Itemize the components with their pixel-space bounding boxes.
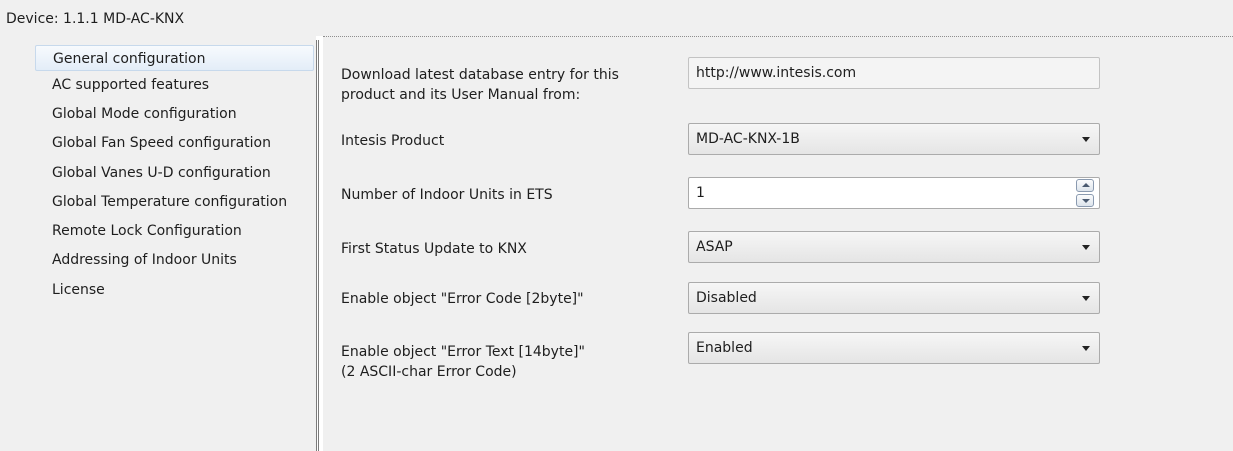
error-code-dropdown[interactable]: Disabled — [688, 282, 1100, 314]
intesis-product-value: MD-AC-KNX-1B — [696, 131, 800, 147]
arrow-up-icon[interactable] — [1076, 179, 1094, 192]
sidebar-item-general-configuration[interactable]: General configuration — [35, 45, 314, 71]
download-label: Download latest database entry for this … — [341, 65, 619, 105]
intesis-product-label: Intesis Product — [341, 133, 445, 149]
chevron-down-icon — [1082, 245, 1090, 250]
intesis-product-dropdown[interactable]: MD-AC-KNX-1B — [688, 123, 1100, 155]
pane-splitter[interactable] — [316, 40, 321, 451]
device-title-bar: Device: 1.1.1 MD-AC-KNX — [0, 0, 1233, 36]
download-label-line2: product and its User Manual from: — [341, 87, 581, 103]
error-text-value: Enabled — [696, 340, 753, 356]
indoor-units-stepper[interactable]: 1 — [688, 177, 1100, 209]
status-update-dropdown[interactable]: ASAP — [688, 231, 1100, 263]
sidebar-item-license[interactable]: License — [52, 277, 105, 303]
device-title: Device: 1.1.1 MD-AC-KNX — [6, 11, 185, 27]
general-configuration-panel: Download latest database entry for this … — [323, 36, 1233, 451]
sidebar-item-global-fan-speed-configuration[interactable]: Global Fan Speed configuration — [52, 130, 271, 156]
sidebar-item-addressing-of-indoor-units[interactable]: Addressing of Indoor Units — [52, 247, 237, 273]
status-update-value: ASAP — [696, 239, 733, 255]
status-update-label: First Status Update to KNX — [341, 241, 527, 257]
sidebar-item-ac-supported-features[interactable]: AC supported features — [52, 72, 209, 98]
knx-parameter-window: Device: 1.1.1 MD-AC-KNX General configur… — [0, 0, 1233, 451]
arrow-down-icon[interactable] — [1076, 194, 1094, 207]
download-url-field[interactable]: http://www.intesis.com — [688, 57, 1100, 89]
indoor-units-value: 1 — [696, 185, 705, 201]
sidebar-item-global-mode-configuration[interactable]: Global Mode configuration — [52, 101, 237, 127]
indoor-units-label: Number of Indoor Units in ETS — [341, 187, 553, 203]
chevron-down-icon — [1082, 346, 1090, 351]
error-code-label: Enable object "Error Code [2byte]" — [341, 291, 584, 307]
chevron-down-icon — [1082, 296, 1090, 301]
error-text-label: Enable object "Error Text [14byte]" (2 A… — [341, 342, 585, 382]
chevron-down-icon — [1082, 137, 1090, 142]
error-text-dropdown[interactable]: Enabled — [688, 332, 1100, 364]
error-text-label-line1: Enable object "Error Text [14byte]" — [341, 344, 585, 360]
sidebar-item-global-vanes-ud-configuration[interactable]: Global Vanes U-D configuration — [52, 160, 271, 186]
sidebar-item-remote-lock-configuration[interactable]: Remote Lock Configuration — [52, 218, 242, 244]
sidebar-item-global-temperature-configuration[interactable]: Global Temperature configuration — [52, 189, 287, 215]
error-text-label-line2: (2 ASCII-char Error Code) — [341, 364, 517, 380]
download-label-line1: Download latest database entry for this — [341, 67, 619, 83]
sidebar: General configuration AC supported featu… — [0, 36, 316, 451]
error-code-value: Disabled — [696, 290, 757, 306]
